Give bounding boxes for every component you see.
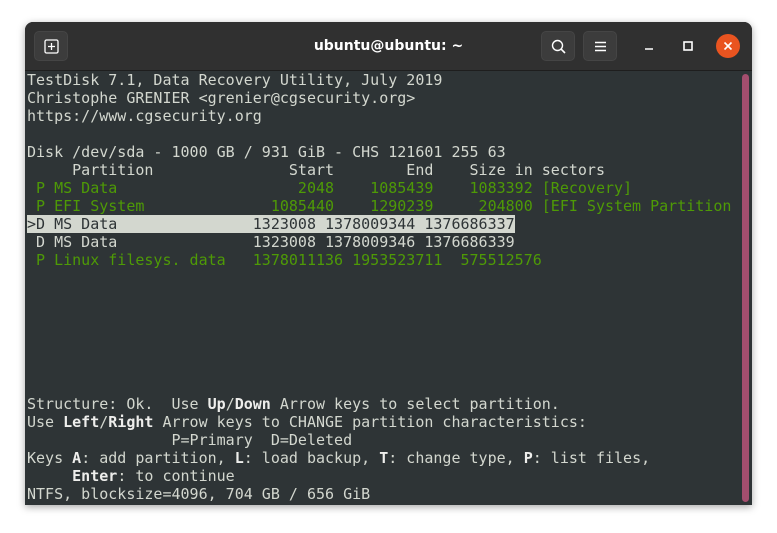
help-line-change: Use Left/Right Arrow keys to CHANGE part…: [27, 413, 587, 431]
table-header: Partition Start End Size in sectors: [27, 161, 605, 179]
key-enter: Enter: [72, 467, 118, 485]
menu-button[interactable]: [583, 31, 617, 61]
key-left: Left: [63, 413, 100, 431]
search-icon: [551, 39, 566, 54]
key-a: A: [72, 449, 82, 467]
help-text: : load backup,: [243, 449, 380, 467]
status-line: NTFS, blocksize=4096, 704 GB / 656 GiB: [27, 485, 371, 503]
partition-row[interactable]: P EFI System 1085440 1290239 204800 [EFI…: [27, 197, 731, 215]
key-t: T: [379, 449, 389, 467]
help-text: Structure: Ok. Use: [27, 395, 208, 413]
disk-info: Disk /dev/sda - 1000 GB / 931 GiB - CHS …: [27, 143, 506, 161]
help-line-enter: Enter: to continue: [27, 467, 235, 485]
banner-line: https://www.cgsecurity.org: [27, 107, 262, 125]
partition-row[interactable]: P Linux filesys. data 1378011136 1953523…: [27, 251, 542, 269]
minimize-button[interactable]: [637, 34, 661, 58]
help-text: : add partition,: [81, 449, 235, 467]
search-button[interactable]: [541, 31, 575, 61]
scrollbar[interactable]: [739, 71, 752, 505]
banner-line: Christophe GRENIER <grenier@cgsecurity.o…: [27, 89, 416, 107]
key-up: Up: [207, 395, 226, 413]
help-text: /: [225, 395, 235, 413]
help-text: Use: [27, 413, 64, 431]
key-right: Right: [108, 413, 154, 431]
key-down: Down: [234, 395, 271, 413]
help-text: Arrow keys to select partition.: [270, 395, 560, 413]
help-text: Arrow keys to CHANGE partition character…: [153, 413, 587, 431]
help-line-legend: P=Primary D=Deleted: [27, 431, 353, 449]
maximize-button[interactable]: [676, 34, 700, 58]
partition-row-selected[interactable]: >D MS Data 1323008 1378009344 1376686337: [27, 215, 515, 233]
help-text: : list files,: [532, 449, 651, 467]
help-text: Keys: [27, 449, 73, 467]
help-text: : change type,: [388, 449, 524, 467]
hamburger-menu-icon: [595, 41, 606, 52]
title-bar[interactable]: ubuntu@ubuntu: ~: [25, 22, 752, 71]
terminal-output[interactable]: TestDisk 7.1, Data Recovery Utility, Jul…: [25, 71, 739, 505]
help-text: : to continue: [117, 467, 235, 485]
minimize-icon: [645, 48, 653, 50]
key-l: L: [234, 449, 244, 467]
help-text: /: [99, 413, 109, 431]
close-icon: [723, 41, 733, 51]
new-tab-button[interactable]: [34, 31, 68, 61]
terminal-window: ubuntu@ubuntu: ~ TestDisk 7.1, Data Reco…: [25, 22, 752, 505]
help-text: [27, 467, 72, 485]
key-p: P: [523, 449, 533, 467]
new-tab-icon: [44, 39, 59, 54]
banner-line: TestDisk 7.1, Data Recovery Utility, Jul…: [27, 71, 443, 89]
maximize-icon: [683, 41, 693, 51]
close-button[interactable]: [716, 34, 740, 58]
help-line-structure: Structure: Ok. Use Up/Down Arrow keys to…: [27, 395, 560, 413]
help-line-keys: Keys A: add partition, L: load backup, T…: [27, 449, 650, 467]
scrollbar-thumb[interactable]: [742, 74, 749, 502]
partition-row[interactable]: D MS Data 1323008 1378009346 1376686339: [27, 233, 515, 251]
partition-row[interactable]: P MS Data 2048 1085439 1083392 [Recovery…: [27, 179, 632, 197]
